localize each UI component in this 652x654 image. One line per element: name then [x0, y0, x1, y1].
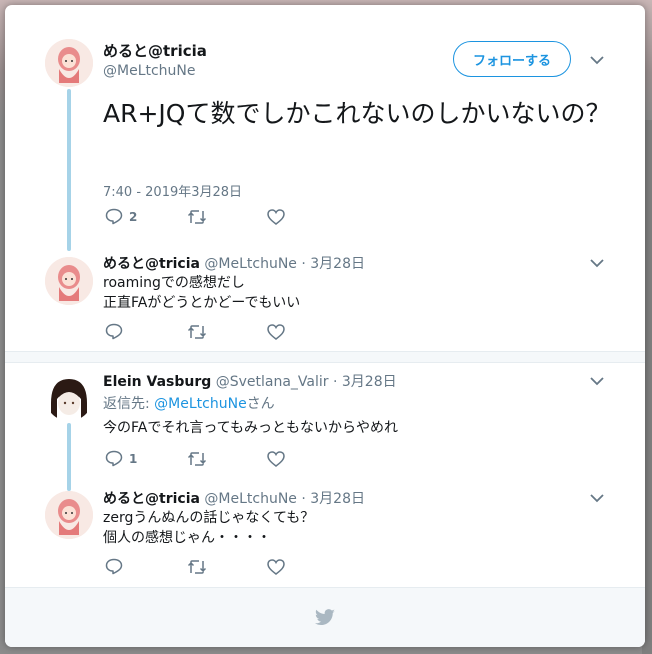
tweet-text: zergうんぬんの話じゃなくても？ 個人の感想じゃん・・・・: [103, 508, 314, 548]
tweet-line: zergうんぬんの話じゃなくても？: [103, 510, 315, 526]
reply-count: 2: [129, 209, 138, 224]
tweet-text: 今のFAでそれ言ってもみっともないからやめれ: [103, 418, 398, 438]
avatar[interactable]: [45, 373, 93, 421]
tweet-text: AR+JQて数でしかこれないのしかいないの？: [103, 99, 611, 128]
reply-button[interactable]: [105, 323, 187, 340]
like-button[interactable]: [267, 558, 285, 575]
like-button[interactable]: [267, 323, 285, 340]
tweet-actions: 2: [105, 208, 285, 225]
like-icon: [267, 323, 285, 340]
reply-icon: [105, 323, 123, 340]
retweet-icon: [187, 209, 207, 224]
reply-icon: [105, 558, 123, 575]
chevron-down-icon[interactable]: [589, 373, 605, 389]
author-name[interactable]: めると@tricia: [103, 256, 200, 272]
tweet-line: roamingでの感想だし: [103, 275, 245, 291]
reply-header: めると@tricia @MeLtchuNe · 3月28日: [103, 488, 365, 508]
reply-button[interactable]: [105, 558, 187, 575]
retweet-button[interactable]: [187, 559, 267, 575]
avatar[interactable]: [45, 257, 93, 305]
reply-to-handle-link[interactable]: @MeLtchuNe: [154, 396, 247, 412]
like-button[interactable]: [267, 450, 285, 467]
tweet-actions: [105, 323, 285, 340]
reply-to-suffix: さん: [246, 396, 275, 412]
retweet-button[interactable]: [187, 324, 267, 340]
avatar-image: [45, 39, 93, 87]
chevron-down-icon[interactable]: [589, 490, 605, 506]
avatar[interactable]: [45, 491, 93, 539]
thread-connector: [67, 423, 71, 491]
tweet-date[interactable]: · 3月28日: [301, 491, 365, 507]
retweet-icon: [187, 451, 207, 466]
avatar[interactable]: [45, 39, 93, 87]
reply-button[interactable]: 1: [105, 450, 187, 467]
retweet-button[interactable]: [187, 451, 267, 467]
follow-button[interactable]: フォローする: [453, 41, 571, 77]
modal-footer: [5, 587, 645, 647]
reply-to-line: 返信先: @MeLtchuNeさん: [103, 394, 275, 414]
author-handle[interactable]: @MeLtchuNe: [204, 491, 297, 507]
tweet-date[interactable]: · 3月28日: [301, 256, 365, 272]
like-icon: [267, 558, 285, 575]
tweet-actions: 1: [105, 450, 285, 467]
author-handle[interactable]: @MeLtchuNe: [204, 256, 297, 272]
tweet-permalink-modal: めると@tricia @MeLtchuNe フォローする AR+JQて数でしかこ…: [5, 5, 645, 647]
conversation-divider: [5, 351, 645, 363]
retweet-icon: [187, 559, 207, 574]
tweet-line: 今のFAでそれ言ってもみっともないからやめれ: [103, 420, 398, 436]
author-name[interactable]: Elein Vasburg: [103, 374, 211, 390]
tweet-actions: [105, 558, 285, 575]
tweet-text: roamingでの感想だし 正直FAがどうとかどーでもいい: [103, 273, 300, 313]
reply-button[interactable]: 2: [105, 208, 187, 225]
tweet-line: 個人の感想じゃん・・・・: [103, 530, 271, 546]
like-icon: [267, 208, 285, 225]
like-button[interactable]: [267, 208, 285, 225]
like-icon: [267, 450, 285, 467]
twitter-bird-icon: [315, 609, 335, 626]
author-handle[interactable]: @Svetlana_Valir: [216, 374, 329, 390]
chevron-down-icon[interactable]: [589, 52, 605, 68]
reply-header: Elein Vasburg @Svetlana_Valir · 3月28日: [103, 371, 397, 391]
tweet-date[interactable]: · 3月28日: [333, 374, 397, 390]
reply-icon: [105, 208, 123, 225]
author-handle[interactable]: @MeLtchuNe: [103, 63, 196, 79]
retweet-icon: [187, 324, 207, 339]
author-name[interactable]: めると@tricia: [103, 40, 207, 61]
retweet-button[interactable]: [187, 209, 267, 225]
reply-header: めると@tricia @MeLtchuNe · 3月28日: [103, 253, 365, 273]
tweet-line: 正直FAがどうとかどーでもいい: [103, 295, 301, 311]
reply-icon: [105, 450, 123, 467]
reply-to-prefix: 返信先:: [103, 396, 155, 412]
author-name[interactable]: めると@tricia: [103, 491, 200, 507]
reply-count: 1: [129, 451, 138, 466]
chevron-down-icon[interactable]: [589, 255, 605, 271]
tweet-timestamp[interactable]: 7:40 - 2019年3月28日: [103, 181, 242, 200]
thread-connector: [67, 89, 71, 251]
